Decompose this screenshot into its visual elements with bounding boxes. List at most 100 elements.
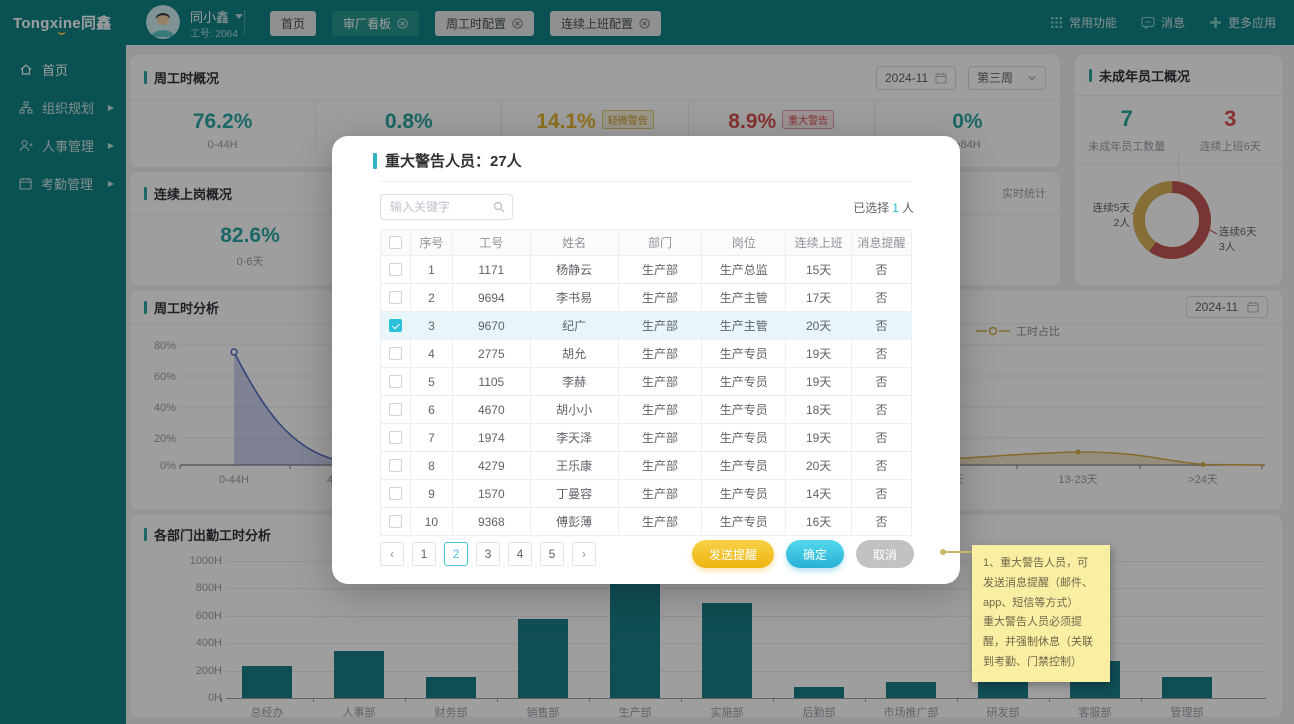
cell-reminded: 否 [852,396,912,424]
cell-department: 生产部 [618,452,702,480]
next-page-button[interactable]: › [572,542,596,566]
note-connector-line [944,551,974,553]
search-icon[interactable] [493,201,505,213]
table-row[interactable]: 51105李赫生产部生产专员19天否 [381,368,912,396]
prev-page-button[interactable]: ‹ [380,542,404,566]
cell-employee-id: 1105 [452,368,530,396]
selected-count-value: 1 [892,201,899,215]
modal-title: 重大警告人员：27人 [373,150,522,171]
cell-continuous-days: 15天 [786,256,852,284]
cell-continuous-days: 19天 [786,368,852,396]
cell-name: 丁曼容 [530,480,618,508]
cell-position: 生产主管 [702,284,786,312]
cell-no: 7 [410,424,452,452]
row-checkbox[interactable] [389,347,402,360]
cell-name: 胡允 [530,340,618,368]
cell-department: 生产部 [618,284,702,312]
table-row[interactable]: 11171杨静云生产部生产总监15天否 [381,256,912,284]
cell-employee-id: 4279 [452,452,530,480]
row-checkbox[interactable] [389,319,402,332]
table-header: 岗位 [702,230,786,256]
cell-no: 4 [410,340,452,368]
cell-employee-id: 1974 [452,424,530,452]
cell-employee-id: 9670 [452,312,530,340]
select-all-checkbox[interactable] [389,236,402,249]
confirm-button[interactable]: 确定 [786,540,844,568]
table-header: 连续上班 [786,230,852,256]
cell-no: 2 [410,284,452,312]
cell-position: 生产专员 [702,480,786,508]
cell-name: 纪广 [530,312,618,340]
selected-count: 已选择1人 [853,199,914,216]
major-warning-modal: 重大警告人员：27人 已选择1人 序号工号姓名部门岗位连续上班消息提醒 1117… [332,136,960,584]
cell-no: 8 [410,452,452,480]
cell-position: 生产主管 [702,312,786,340]
cell-continuous-days: 19天 [786,340,852,368]
table-header: 消息提醒 [852,230,912,256]
page-button[interactable]: 2 [444,542,468,566]
divider [380,181,912,182]
table-row[interactable]: 42775胡允生产部生产专员19天否 [381,340,912,368]
keyword-search [380,194,513,220]
table-row[interactable]: 84279王乐康生产部生产专员20天否 [381,452,912,480]
cell-name: 胡小小 [530,396,618,424]
table-row[interactable]: 64670胡小小生产部生产专员18天否 [381,396,912,424]
table-row[interactable]: 29694李书易生产部生产主管17天否 [381,284,912,312]
table-row[interactable]: 39670纪广生产部生产主管20天否 [381,312,912,340]
cell-position: 生产专员 [702,368,786,396]
cell-position: 生产总监 [702,256,786,284]
cell-continuous-days: 17天 [786,284,852,312]
cell-department: 生产部 [618,368,702,396]
cell-continuous-days: 14天 [786,480,852,508]
note-line: 重大警告人员必须提醒，并强制休息（关联到考勤、门禁控制） [983,613,1099,672]
cell-name: 李书易 [530,284,618,312]
warning-people-table: 序号工号姓名部门岗位连续上班消息提醒 11171杨静云生产部生产总监15天否29… [380,229,912,536]
cell-position: 生产专员 [702,396,786,424]
cancel-button[interactable]: 取消 [856,540,914,568]
cell-reminded: 否 [852,508,912,536]
modal-buttons: 发送提醒确定取消 [692,540,914,568]
cell-department: 生产部 [618,340,702,368]
page-button[interactable]: 1 [412,542,436,566]
cell-no: 1 [410,256,452,284]
table-row[interactable]: 91570丁曼容生产部生产专员14天否 [381,480,912,508]
cell-position: 生产专员 [702,340,786,368]
app-window: Tongxine同鑫 同小鑫 工号: 2064 首页审厂看板周工时配置连续上班配… [0,0,1294,724]
cell-no: 5 [410,368,452,396]
row-checkbox[interactable] [389,431,402,444]
cell-department: 生产部 [618,424,702,452]
cell-reminded: 否 [852,256,912,284]
cell-continuous-days: 18天 [786,396,852,424]
row-checkbox[interactable] [389,515,402,528]
cell-no: 6 [410,396,452,424]
cell-department: 生产部 [618,256,702,284]
cell-continuous-days: 16天 [786,508,852,536]
page-button[interactable]: 3 [476,542,500,566]
page-button[interactable]: 4 [508,542,532,566]
cell-employee-id: 4670 [452,396,530,424]
row-checkbox[interactable] [389,263,402,276]
cell-name: 杨静云 [530,256,618,284]
row-checkbox[interactable] [389,375,402,388]
cell-name: 傅彭薄 [530,508,618,536]
row-checkbox[interactable] [389,403,402,416]
cell-employee-id: 2775 [452,340,530,368]
cell-continuous-days: 20天 [786,452,852,480]
title-accent-bar [373,153,377,169]
table-row[interactable]: 109368傅彭薄生产部生产专员16天否 [381,508,912,536]
send-reminder-button[interactable]: 发送提醒 [692,540,774,568]
cell-no: 10 [410,508,452,536]
cell-employee-id: 1570 [452,480,530,508]
page-button[interactable]: 5 [540,542,564,566]
cell-department: 生产部 [618,508,702,536]
cell-continuous-days: 20天 [786,312,852,340]
row-checkbox[interactable] [389,291,402,304]
row-checkbox[interactable] [389,487,402,500]
row-checkbox[interactable] [389,459,402,472]
cell-employee-id: 9368 [452,508,530,536]
cell-name: 王乐康 [530,452,618,480]
cell-department: 生产部 [618,480,702,508]
cell-continuous-days: 19天 [786,424,852,452]
table-row[interactable]: 71974李天泽生产部生产专员19天否 [381,424,912,452]
cell-reminded: 否 [852,424,912,452]
